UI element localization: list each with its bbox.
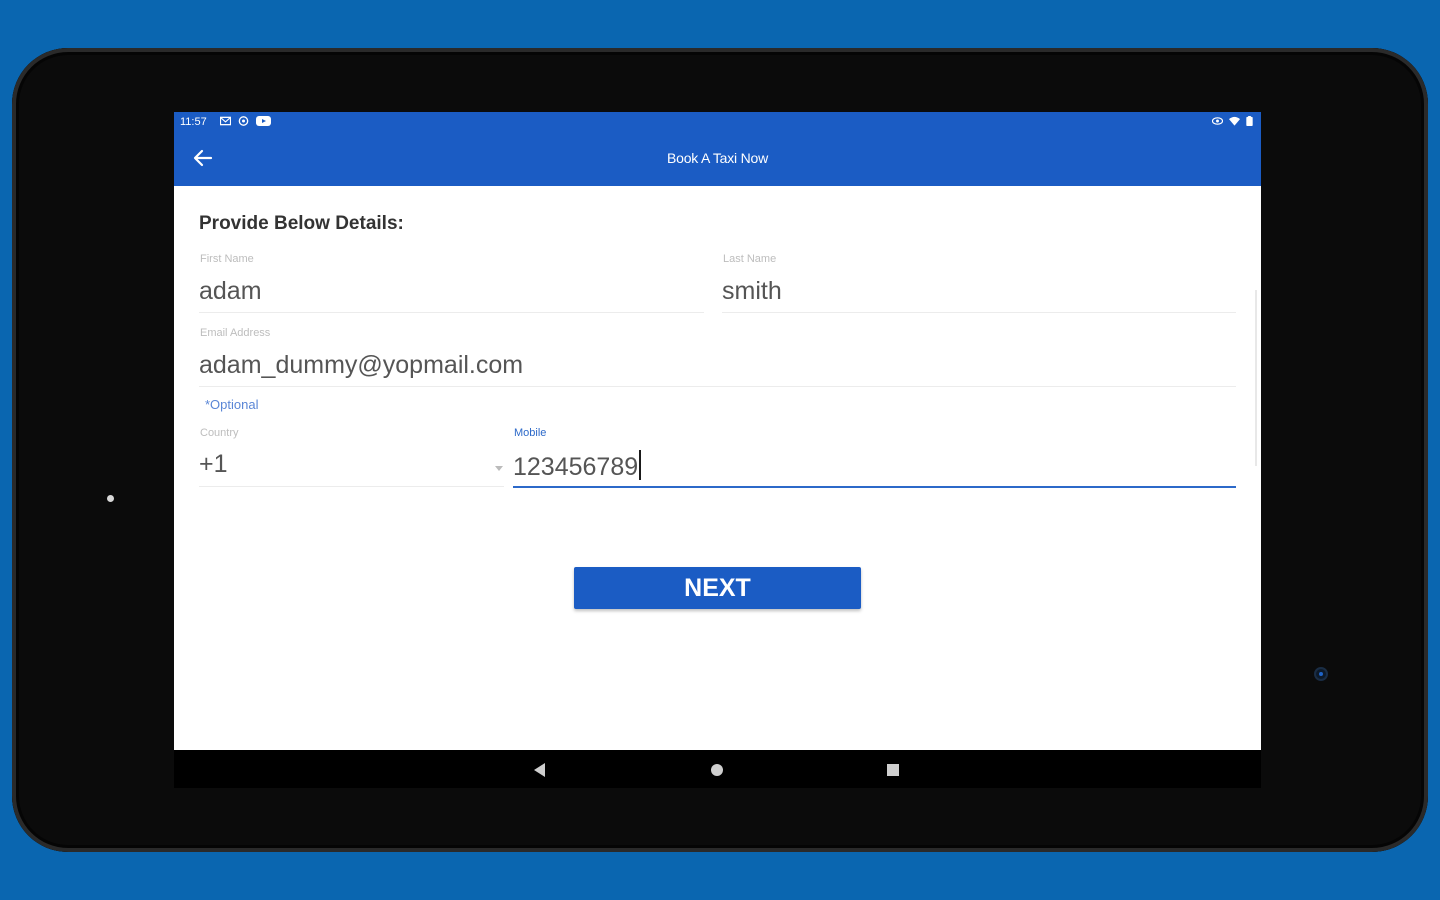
first-name-label: First Name xyxy=(200,253,254,265)
status-time: 11:57 xyxy=(180,116,207,128)
country-label: Country xyxy=(200,427,239,439)
status-system-icons xyxy=(1212,116,1253,126)
mobile-input[interactable]: 123456789 xyxy=(513,450,642,482)
text-cursor xyxy=(639,450,642,480)
last-name-input[interactable]: smith xyxy=(722,277,782,306)
mail-icon xyxy=(220,116,231,126)
next-button[interactable]: NEXT xyxy=(574,567,861,609)
last-name-field[interactable]: Last Name smith xyxy=(722,250,1236,313)
tablet-sensor-dot xyxy=(107,495,114,502)
first-name-field[interactable]: First Name adam xyxy=(199,250,704,313)
first-name-underline xyxy=(199,312,704,313)
mobile-underline-active xyxy=(513,486,1236,488)
section-title: Provide Below Details: xyxy=(199,213,404,234)
booking-form: Provide Below Details: First Name adam L… xyxy=(174,186,1261,750)
nav-back-icon[interactable] xyxy=(534,763,545,777)
android-nav-bar xyxy=(174,750,1261,788)
country-underline xyxy=(199,486,504,487)
optional-note: *Optional xyxy=(205,397,259,412)
device-screen: 11:57 Book A Taxi Now Provide Below Deta… xyxy=(174,112,1261,788)
sync-icon xyxy=(238,116,249,126)
mobile-label: Mobile xyxy=(514,427,547,439)
last-name-underline xyxy=(722,312,1236,313)
eye-icon xyxy=(1212,117,1223,125)
email-field[interactable]: Email Address adam_dummy@yopmail.com xyxy=(199,324,1236,387)
status-bar: 11:57 xyxy=(174,112,1261,133)
status-notification-icons xyxy=(220,116,271,126)
mobile-field[interactable]: Mobile 123456789 xyxy=(513,424,1236,488)
tablet-camera xyxy=(1314,667,1328,681)
email-underline xyxy=(199,386,1236,387)
first-name-input[interactable]: adam xyxy=(199,277,262,306)
nav-home-icon[interactable] xyxy=(711,764,723,776)
scrollbar[interactable] xyxy=(1255,290,1257,466)
last-name-label: Last Name xyxy=(723,253,777,265)
email-label: Email Address xyxy=(200,327,271,339)
nav-recents-icon[interactable] xyxy=(887,764,899,776)
wifi-icon xyxy=(1229,116,1240,126)
app-bar: Book A Taxi Now xyxy=(174,133,1261,186)
chevron-down-icon[interactable] xyxy=(495,466,503,471)
app-bar-title: Book A Taxi Now xyxy=(666,150,769,166)
battery-icon xyxy=(1246,116,1253,126)
mobile-input-text: 123456789 xyxy=(513,453,639,481)
youtube-icon xyxy=(256,116,271,126)
country-code-select[interactable]: Country +1 xyxy=(199,424,504,488)
country-code-value[interactable]: +1 xyxy=(199,450,228,479)
email-input[interactable]: adam_dummy@yopmail.com xyxy=(199,351,523,380)
